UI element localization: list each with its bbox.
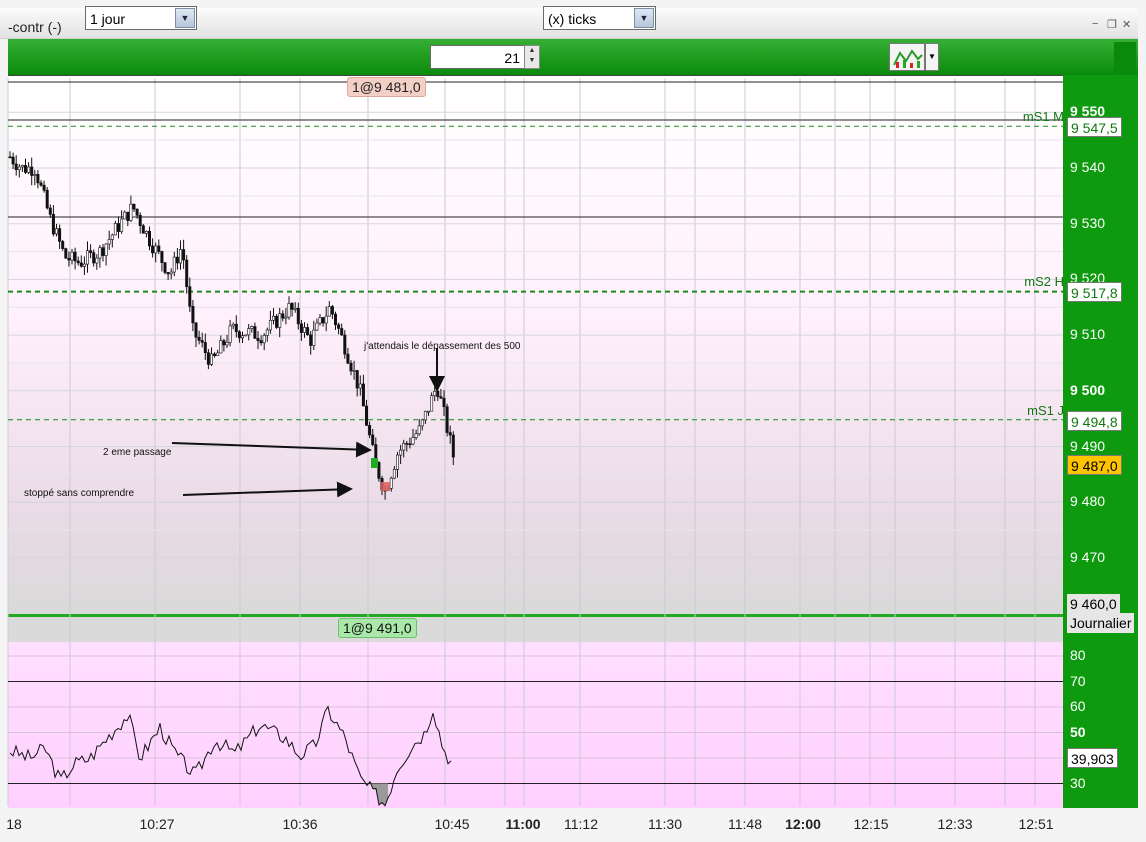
annotation-arrows <box>171 348 445 498</box>
arrow-second-pass <box>171 441 372 458</box>
chart-window: -contr (-) − ❐ ✕ 1 jour ▼ 21 ▲ ▼ (x) tick… <box>0 0 1146 842</box>
arrow-stopped <box>182 481 353 498</box>
